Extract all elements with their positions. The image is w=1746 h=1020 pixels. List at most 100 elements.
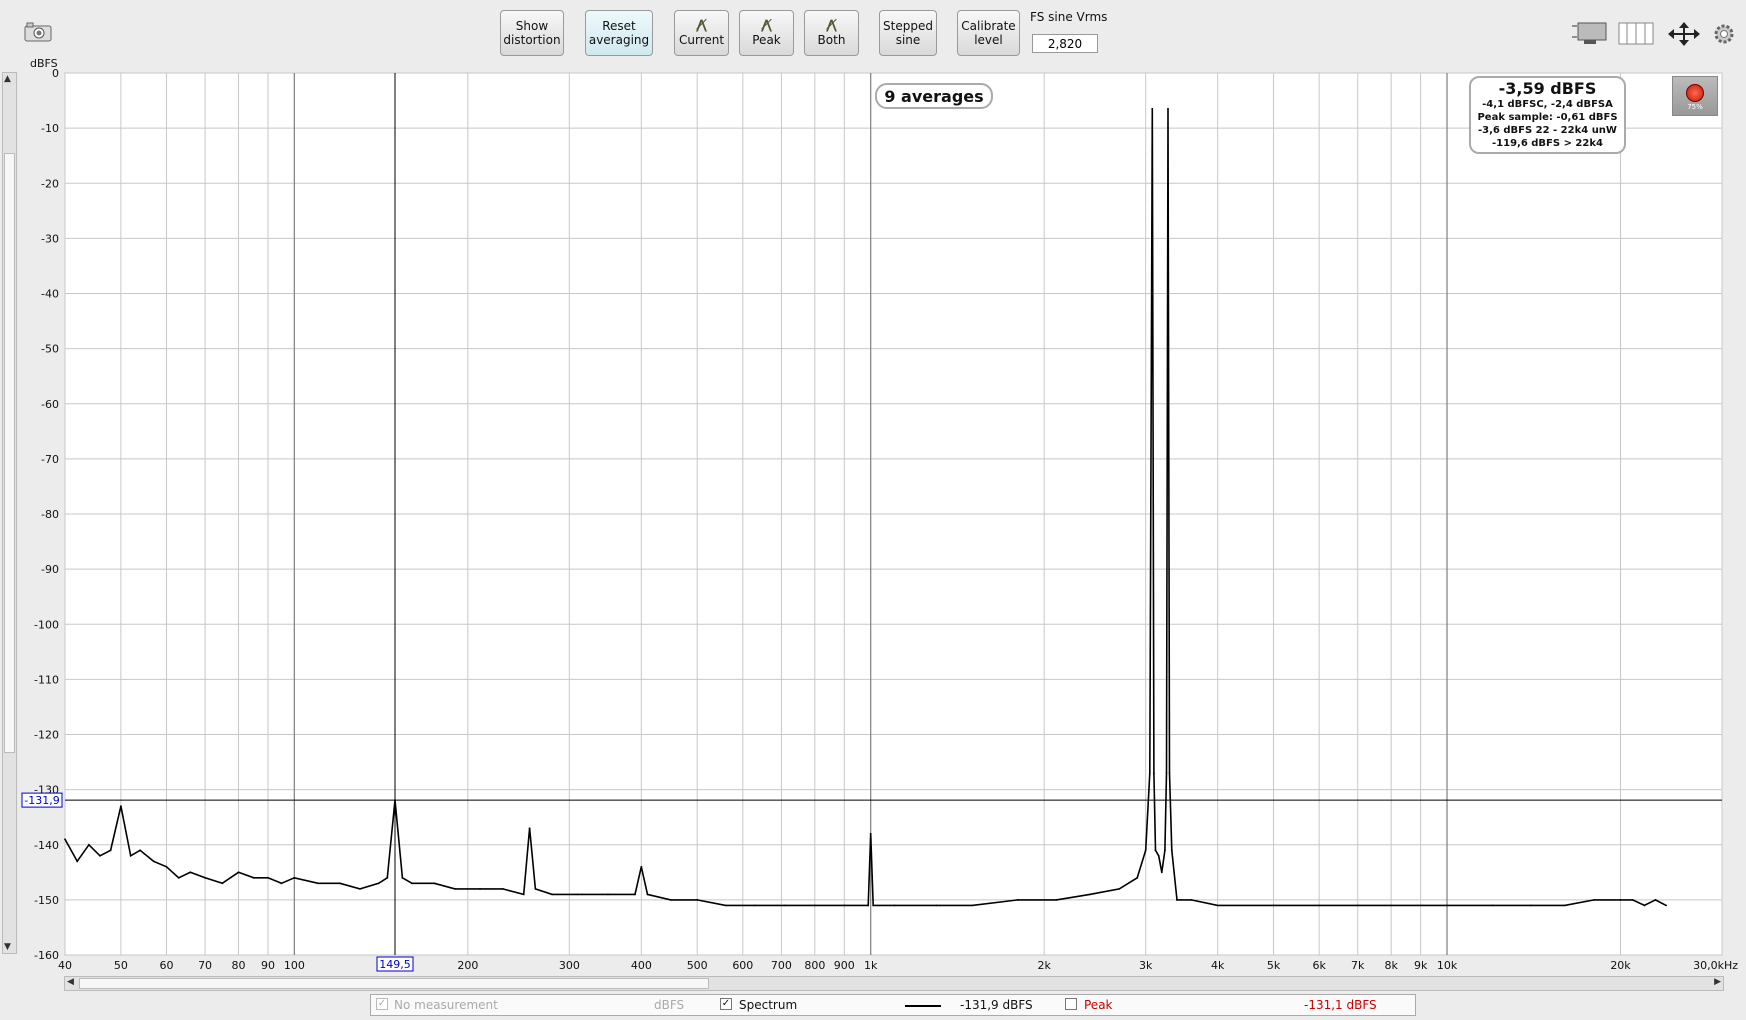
record-level-indicator[interactable]: 75% [1672, 76, 1718, 116]
record-level-icon [1686, 84, 1704, 102]
x-tick-label: 800 [804, 959, 825, 972]
series-point [724, 904, 727, 907]
series-point [237, 871, 240, 874]
x-tick-label: 7k [1351, 959, 1365, 972]
series-point [1446, 904, 1448, 907]
scroll-right-icon[interactable]: ▶ [1714, 977, 1721, 987]
series-point [152, 860, 155, 863]
x-tick-label: 900 [834, 959, 855, 972]
series-point [1390, 904, 1393, 907]
series-point [1151, 107, 1154, 110]
spectrum-checkbox[interactable]: ✓ [720, 998, 732, 1010]
series-point [1176, 898, 1178, 901]
series-point [386, 876, 389, 879]
series-point [1157, 854, 1160, 857]
cursor-x-label: 149,5 [379, 958, 411, 971]
x-tick-label: 80 [231, 959, 245, 972]
series-point [522, 893, 525, 896]
y-tick-label: -40 [41, 288, 59, 301]
y-tick-label: -110 [34, 673, 59, 686]
series-point [872, 904, 875, 907]
series-point [339, 882, 341, 885]
series-point [221, 882, 224, 885]
series-point [1136, 876, 1139, 879]
series-point [1216, 904, 1219, 907]
series-point [576, 893, 579, 896]
series-point [280, 882, 283, 885]
series-point [165, 865, 168, 868]
series-point [64, 838, 66, 841]
series-point [139, 849, 142, 852]
series-point [867, 904, 870, 907]
scroll-left-icon[interactable]: ◀ [67, 977, 74, 987]
y-tick-label: -30 [41, 232, 59, 245]
series-point [669, 898, 672, 901]
series-point [317, 882, 320, 885]
series-point [784, 904, 786, 907]
cursor-y-label: -131,9 [24, 794, 59, 807]
x-tick-labels: 40 50 60 70 80 90 100 200 300 400 500 600 700 800 900 1… [58, 959, 1738, 972]
x-tick-label: 1k [864, 959, 878, 972]
no-measurement-unit: dBFS [654, 998, 685, 1012]
x-tick-label: 8k [1384, 959, 1398, 972]
x-tick-label: 4k [1211, 959, 1225, 972]
series-point [177, 876, 180, 879]
series-point [893, 904, 896, 907]
level-info-box: -3,59 dBFS -4,1 dBFSC, -2,4 dBFSA Peak s… [1469, 76, 1626, 154]
series-point [551, 893, 553, 896]
series-point [204, 876, 206, 879]
peak-label: Peak [1084, 998, 1113, 1012]
x-tick-label: 9k [1414, 959, 1428, 972]
series-point [1593, 898, 1596, 901]
y-tick-label: -140 [34, 839, 59, 852]
level-line-2: Peak sample: -0,61 dBFS [1477, 112, 1618, 123]
series-point [1088, 893, 1091, 896]
y-tick-label: -10 [41, 122, 59, 135]
y-tick-labels: 0 -10 -20 -30 -40 -50 -60 -70 -80 -90 -100 -110 -120… [34, 67, 59, 962]
series-point [129, 854, 132, 857]
peak-checkbox[interactable] [1065, 998, 1077, 1010]
series-point [813, 904, 816, 907]
series-point [634, 893, 636, 896]
x-tick-label: 500 [687, 959, 708, 972]
series-point [528, 827, 531, 830]
y-tick-label: -20 [41, 177, 59, 190]
no-measurement-label: No measurement [394, 998, 498, 1012]
series-point [1318, 904, 1321, 907]
x-tick-label: 20k [1610, 959, 1631, 972]
series-point [1144, 849, 1147, 852]
no-measurement-checkbox[interactable]: ✓ [376, 998, 388, 1010]
series-point [1055, 898, 1058, 901]
spectrum-label: Spectrum [739, 998, 798, 1012]
y-tick-label: -160 [34, 949, 59, 962]
series-point [1419, 904, 1422, 907]
series-point [1356, 904, 1359, 907]
horizontal-scroll-thumb[interactable] [79, 978, 709, 989]
x-tick-label: 50 [114, 959, 128, 972]
horizontal-scrollbar[interactable]: ◀ ▶ [64, 976, 1724, 991]
series-point [1190, 898, 1193, 901]
averages-label: 9 averages [884, 86, 984, 106]
series-point [1170, 849, 1173, 852]
x-tick-label: 600 [732, 959, 753, 972]
series-point [1665, 904, 1668, 907]
series-point [76, 860, 79, 863]
series-point [377, 882, 380, 885]
series-point [401, 876, 404, 879]
x-tick-label: 2k [1037, 959, 1051, 972]
series-point [1563, 904, 1566, 907]
spectrum-value: -131,9 dBFS [960, 998, 1033, 1012]
series-point [843, 904, 846, 907]
series-point [1154, 849, 1157, 852]
series-point [359, 887, 361, 890]
y-tick-label: -50 [41, 343, 59, 356]
series-point [119, 805, 122, 808]
series-point [971, 904, 974, 907]
legend-bar: ✓ No measurement dBFS ✓ Spectrum -131,9 … [370, 994, 1416, 1016]
series-point [1631, 898, 1634, 901]
series-point [1491, 904, 1494, 907]
series-point [454, 887, 456, 890]
series-point [189, 871, 192, 874]
series-point [1160, 871, 1163, 874]
series-point [1152, 772, 1155, 774]
